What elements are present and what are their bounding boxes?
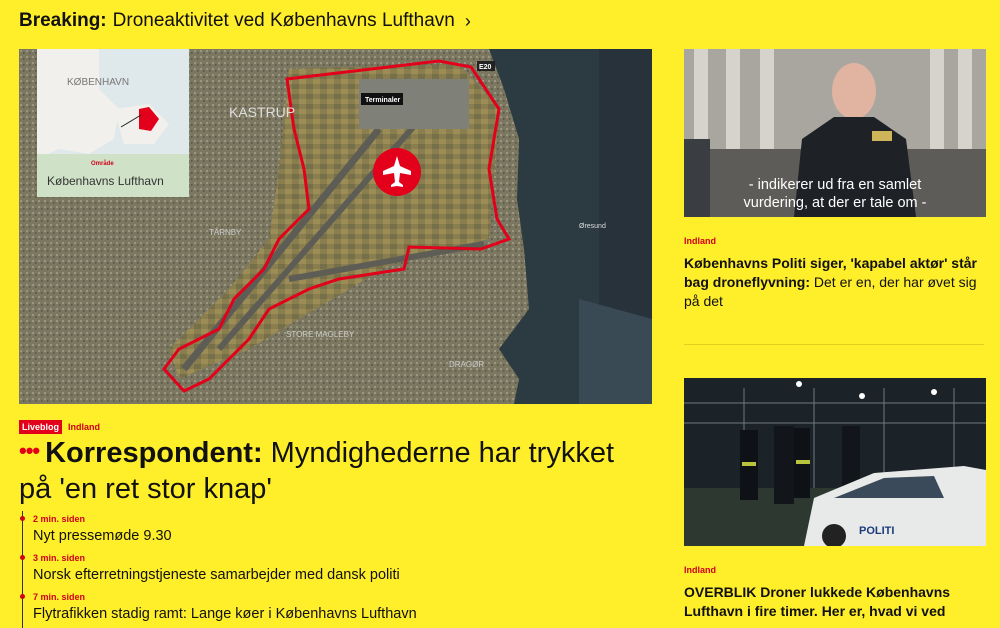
article-category: Indland bbox=[68, 422, 101, 432]
map-label-dragor: DRAGØR bbox=[449, 360, 484, 369]
update-time: 7 min. siden bbox=[33, 592, 86, 602]
update-text: Flytrafikken stadig ramt: Lange køer i K… bbox=[33, 606, 417, 622]
update-text: Norsk efterretningstjeneste samarbejder … bbox=[33, 567, 400, 583]
police-night-image[interactable]: POLITI bbox=[684, 378, 986, 548]
video-subtitle-line2: vurdering, at der er tale om - bbox=[744, 195, 927, 211]
update-time: 2 min. siden bbox=[33, 514, 86, 524]
inset-area-caption: Område bbox=[91, 160, 114, 167]
update-item[interactable]: 3 min. siden Norsk efterretningstjeneste… bbox=[20, 550, 649, 589]
article-tags: Liveblog Indland bbox=[19, 420, 100, 434]
inset-city-label: KØBENHAVN bbox=[67, 77, 129, 88]
map-label-e20: E20 bbox=[479, 64, 492, 71]
main-headline[interactable]: ••• Korrespondent: Myndighederne har tryk… bbox=[19, 436, 649, 506]
update-text: Nyt pressemøde 9.30 bbox=[33, 528, 172, 544]
live-dots-icon: ••• bbox=[19, 438, 40, 463]
side-article-1-title[interactable]: Københavns Politi siger, 'kapabel aktør'… bbox=[684, 254, 986, 311]
map-label-terminaler: Terminaler bbox=[365, 97, 401, 104]
breaking-text: Droneaktivitet ved Københavns Lufthavn bbox=[112, 10, 455, 31]
chevron-right-icon: › bbox=[464, 10, 471, 31]
map-label-oresund: Øresund bbox=[579, 223, 606, 230]
airport-map-image[interactable]: KASTRUP Terminaler E20 Øresund TÅRNBY ST… bbox=[19, 49, 652, 404]
side-article-2-meta: Indland bbox=[684, 565, 986, 575]
airplane-icon bbox=[373, 148, 421, 196]
side-article-category: Indland bbox=[684, 236, 716, 246]
video-subtitle-line1: - indikerer ud fra en samlet bbox=[749, 177, 921, 193]
update-item[interactable]: 2 min. siden Nyt pressemøde 9.30 bbox=[20, 511, 649, 550]
divider bbox=[684, 344, 984, 345]
update-item[interactable]: 7 min. siden Flytrafikken stadig ramt: L… bbox=[20, 589, 649, 628]
inset-map: KØBENHAVN Område Københavns Lufthavn bbox=[37, 49, 189, 197]
map-label-tarnby: TÅRNBY bbox=[209, 228, 242, 237]
liveblog-badge: Liveblog bbox=[19, 420, 63, 434]
live-updates-list: 2 min. siden Nyt pressemøde 9.30 3 min. … bbox=[19, 511, 649, 628]
police-car-text: POLITI bbox=[859, 525, 894, 537]
breaking-label: Breaking: bbox=[19, 10, 107, 31]
police-press-video-thumbnail[interactable]: - indikerer ud fra en samlet vurdering, … bbox=[684, 49, 986, 217]
headline-bold: Korrespondent: bbox=[45, 437, 263, 469]
side-article-2-title[interactable]: OVERBLIK Droner lukkede Københavns Lufth… bbox=[684, 583, 986, 621]
map-label-store-magleby: STORE MAGLEBY bbox=[286, 330, 355, 339]
inset-area-name: Københavns Lufthavn bbox=[47, 174, 164, 188]
map-label-kastrup: KASTRUP bbox=[229, 104, 295, 120]
side-article-1-meta: Indland bbox=[684, 236, 986, 246]
side-article-title-bold: OVERBLIK Droner lukkede Københavns Lufth… bbox=[684, 584, 951, 619]
breaking-link[interactable]: Breaking: Droneaktivitet ved Københavns … bbox=[19, 10, 471, 32]
update-time: 3 min. siden bbox=[33, 553, 86, 563]
side-article-category: Indland bbox=[684, 565, 716, 575]
